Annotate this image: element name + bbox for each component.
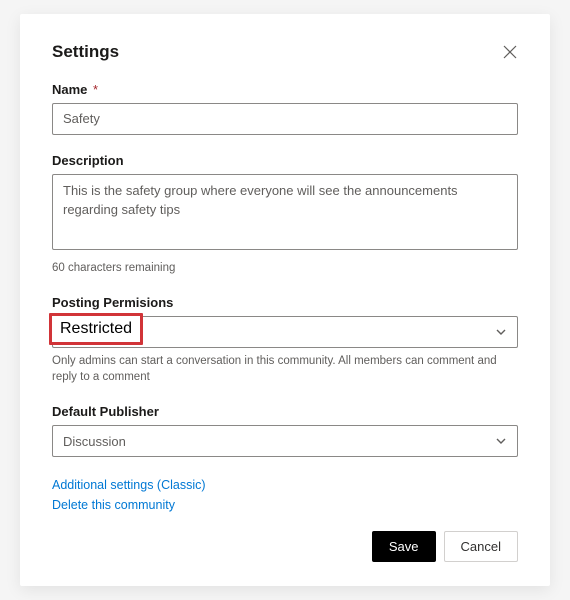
name-field-group: Name * — [52, 82, 518, 135]
chevron-down-icon — [495, 326, 507, 338]
publisher-label: Default Publisher — [52, 404, 518, 419]
default-publisher-select[interactable]: Discussion — [52, 425, 518, 457]
chevron-down-icon — [495, 435, 507, 447]
description-label: Description — [52, 153, 518, 168]
name-label: Name * — [52, 82, 518, 97]
dialog-footer: Save Cancel — [52, 531, 518, 562]
save-button[interactable]: Save — [372, 531, 436, 562]
dialog-title: Settings — [52, 42, 119, 62]
posting-highlight-text: Restricted — [60, 320, 132, 338]
name-input[interactable] — [52, 103, 518, 135]
links-group: Additional settings (Classic) Delete thi… — [52, 475, 518, 515]
posting-permissions-group: Posting Permisions Restricted Restricted… — [52, 295, 518, 386]
description-field-group: Description This is the safety group whe… — [52, 153, 518, 277]
additional-settings-link[interactable]: Additional settings (Classic) — [52, 475, 518, 495]
cancel-button[interactable]: Cancel — [444, 531, 518, 562]
dialog-header: Settings — [52, 42, 518, 62]
required-marker: * — [93, 82, 98, 97]
posting-restricted-highlight: Restricted — [49, 313, 143, 345]
posting-label: Posting Permisions — [52, 295, 518, 310]
close-icon[interactable] — [502, 44, 518, 60]
settings-dialog: Settings Name * Description This is the … — [20, 14, 550, 586]
description-remaining: 60 characters remaining — [52, 260, 518, 277]
posting-helper-text: Only admins can start a conversation in … — [52, 353, 518, 386]
delete-community-link[interactable]: Delete this community — [52, 495, 518, 515]
description-textarea[interactable]: This is the safety group where everyone … — [52, 174, 518, 250]
name-label-text: Name — [52, 82, 87, 97]
default-publisher-group: Default Publisher Discussion — [52, 404, 518, 457]
publisher-selected-value: Discussion — [63, 434, 126, 449]
